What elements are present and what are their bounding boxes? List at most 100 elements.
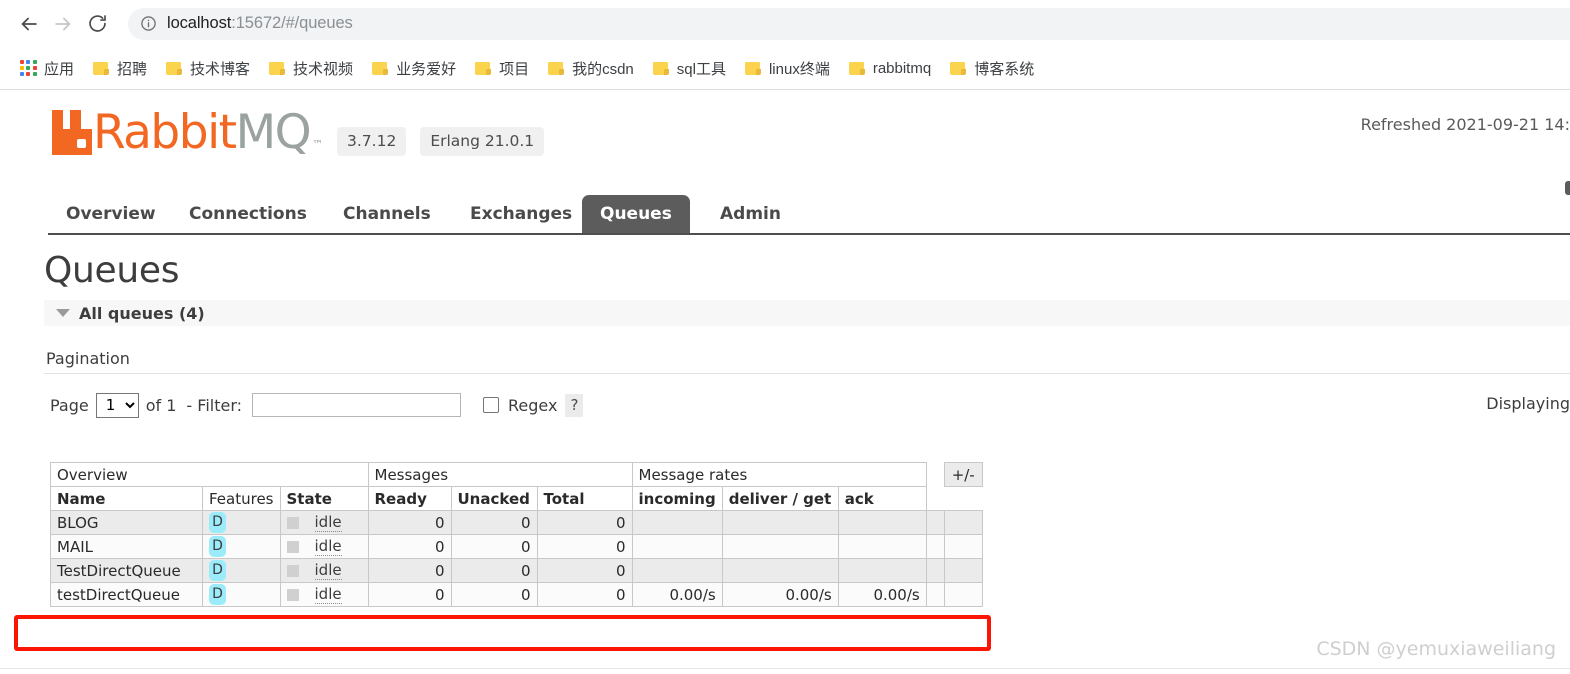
bookmark-rabbitmq[interactable]: rabbitmq	[842, 54, 938, 82]
column-header-ack[interactable]: ack	[837, 486, 927, 511]
table-spacer	[925, 534, 945, 559]
table-row[interactable]: MAIL D idle 0 0 0	[50, 534, 983, 559]
regex-help-icon[interactable]: ?	[565, 393, 584, 417]
cell-ack: 0.00/s	[837, 582, 927, 607]
cell-total: 0	[536, 534, 633, 559]
address-bar[interactable]: localhost:15672/#/queues	[128, 7, 1570, 40]
forward-button[interactable]	[46, 7, 80, 41]
tab-connections[interactable]: Connections	[171, 195, 325, 233]
table-row[interactable]: testDirectQueue D idle 0 0 0 0.00/s 0.00…	[50, 582, 983, 607]
table-spacer	[925, 510, 945, 535]
table-spacer	[943, 582, 983, 607]
table-spacer	[944, 487, 982, 511]
chevron-down-icon[interactable]	[56, 309, 70, 317]
column-header-state[interactable]: State	[279, 486, 369, 511]
column-header-name[interactable]: Name	[50, 486, 203, 511]
column-header-incoming[interactable]: incoming	[631, 486, 723, 511]
durable-badge: D	[209, 512, 226, 533]
cell-total: 0	[536, 582, 633, 607]
bookmark-label: 博客系统	[974, 60, 1035, 78]
cell-features: D	[202, 510, 281, 535]
rabbitmq-logo-icon	[48, 110, 92, 155]
bookmark-jishushipin[interactable]: 技术视频	[262, 54, 360, 82]
address-bar-url: localhost:15672/#/queues	[167, 14, 353, 33]
tab-queues[interactable]: Queues	[582, 195, 690, 233]
tab-channels[interactable]: Channels	[325, 195, 449, 233]
table-spacer	[925, 558, 945, 583]
column-header-unacked[interactable]: Unacked	[450, 486, 538, 511]
bookmark-yewuaihao[interactable]: 业务爱好	[365, 54, 463, 82]
column-header-deliver-get[interactable]: deliver / get	[721, 486, 839, 511]
back-button[interactable]	[12, 7, 46, 41]
cell-queue-name[interactable]: BLOG	[50, 510, 203, 535]
bookmark-label: rabbitmq	[872, 59, 932, 77]
bookmark-label: 业务爱好	[396, 60, 457, 78]
folder-icon	[475, 61, 492, 76]
cell-deliver-get	[721, 510, 839, 535]
cell-deliver-get	[721, 534, 839, 559]
all-queues-section-header[interactable]: All queues (4)	[44, 300, 1570, 326]
bookmark-zhaopin[interactable]: 招聘	[86, 54, 154, 82]
rabbitmq-logo[interactable]: RabbitMQ ™	[48, 109, 323, 156]
cell-deliver-get	[721, 558, 839, 583]
tab-exchanges[interactable]: Exchanges	[452, 195, 590, 233]
cell-total: 0	[536, 558, 633, 583]
state-indicator-icon	[286, 540, 299, 553]
bookmark-xiangmu[interactable]: 项目	[468, 54, 536, 82]
csdn-watermark: CSDN @yemuxiaweiliang	[1316, 638, 1556, 660]
folder-icon	[166, 61, 183, 76]
table-group-header-row: Overview Messages Message rates +/-	[50, 462, 983, 487]
bookmark-label: 技术视频	[293, 60, 354, 78]
rabbitmq-version-badge: 3.7.12	[337, 127, 407, 156]
erlang-version-badge: Erlang 21.0.1	[420, 127, 545, 156]
bookmark-linuxzhongduan[interactable]: linux终端	[738, 54, 837, 82]
pagination-label: Pagination	[46, 349, 130, 368]
bookmark-jishuboke[interactable]: 技术博客	[159, 54, 257, 82]
bottom-divider	[0, 668, 1570, 669]
state-indicator-icon	[286, 588, 299, 601]
bookmark-label: sql工具	[676, 60, 726, 78]
table-row[interactable]: BLOG D idle 0 0 0	[50, 510, 983, 535]
cell-queue-name[interactable]: MAIL	[50, 534, 203, 559]
tab-admin[interactable]: Admin	[702, 195, 799, 233]
cell-state: idle	[279, 558, 369, 583]
table-column-header-row: Name Features State Ready Unacked Total …	[50, 486, 983, 511]
bookmark-bokexitong[interactable]: 博客系统	[943, 54, 1041, 82]
browser-toolbar: localhost:15672/#/queues	[0, 0, 1570, 47]
state-indicator-icon	[286, 564, 299, 577]
group-header-message-rates: Message rates	[631, 462, 927, 487]
info-circle-icon[interactable]	[140, 15, 157, 32]
cell-queue-name[interactable]: TestDirectQueue	[50, 558, 203, 583]
bookmark-label: 应用	[44, 60, 75, 78]
bookmark-sqlgongju[interactable]: sql工具	[646, 54, 733, 82]
queues-table: Overview Messages Message rates +/- Name…	[50, 462, 983, 607]
cell-ready: 0	[367, 582, 452, 607]
folder-icon	[744, 61, 762, 76]
page-total-label: of 1	[145, 395, 177, 415]
cell-total: 0	[536, 510, 633, 535]
cell-unacked: 0	[450, 534, 538, 559]
displaying-label: Displaying	[1486, 394, 1570, 413]
apps-grid-icon	[20, 59, 37, 77]
state-indicator-icon	[286, 516, 299, 529]
table-row[interactable]: TestDirectQueue D idle 0 0 0	[50, 558, 983, 583]
main-nav-tabs: Overview Connections Channels Exchanges …	[48, 195, 1570, 235]
cell-incoming	[631, 558, 723, 583]
reload-button[interactable]	[80, 7, 114, 41]
page-viewport: Refreshed 2021-09-21 14: RabbitMQ ™ 3.7.…	[0, 90, 1570, 674]
column-header-total[interactable]: Total	[536, 486, 633, 511]
bookmark-label: 技术博客	[190, 60, 251, 78]
bookmark-apps[interactable]: 应用	[13, 54, 81, 82]
regex-label: Regex	[508, 395, 558, 415]
cell-features: D	[202, 534, 281, 559]
column-header-ready[interactable]: Ready	[367, 486, 452, 511]
page-number-select[interactable]: 1	[95, 392, 139, 418]
regex-checkbox[interactable]	[483, 397, 500, 413]
column-header-features[interactable]: Features	[202, 486, 281, 511]
filter-input[interactable]	[252, 393, 462, 417]
state-text: idle	[314, 537, 342, 556]
tab-overview[interactable]: Overview	[48, 195, 174, 233]
bookmark-wodecsdn[interactable]: 我的csdn	[541, 54, 641, 82]
column-toggle-button[interactable]: +/-	[943, 462, 983, 487]
cell-queue-name[interactable]: testDirectQueue	[50, 582, 203, 607]
